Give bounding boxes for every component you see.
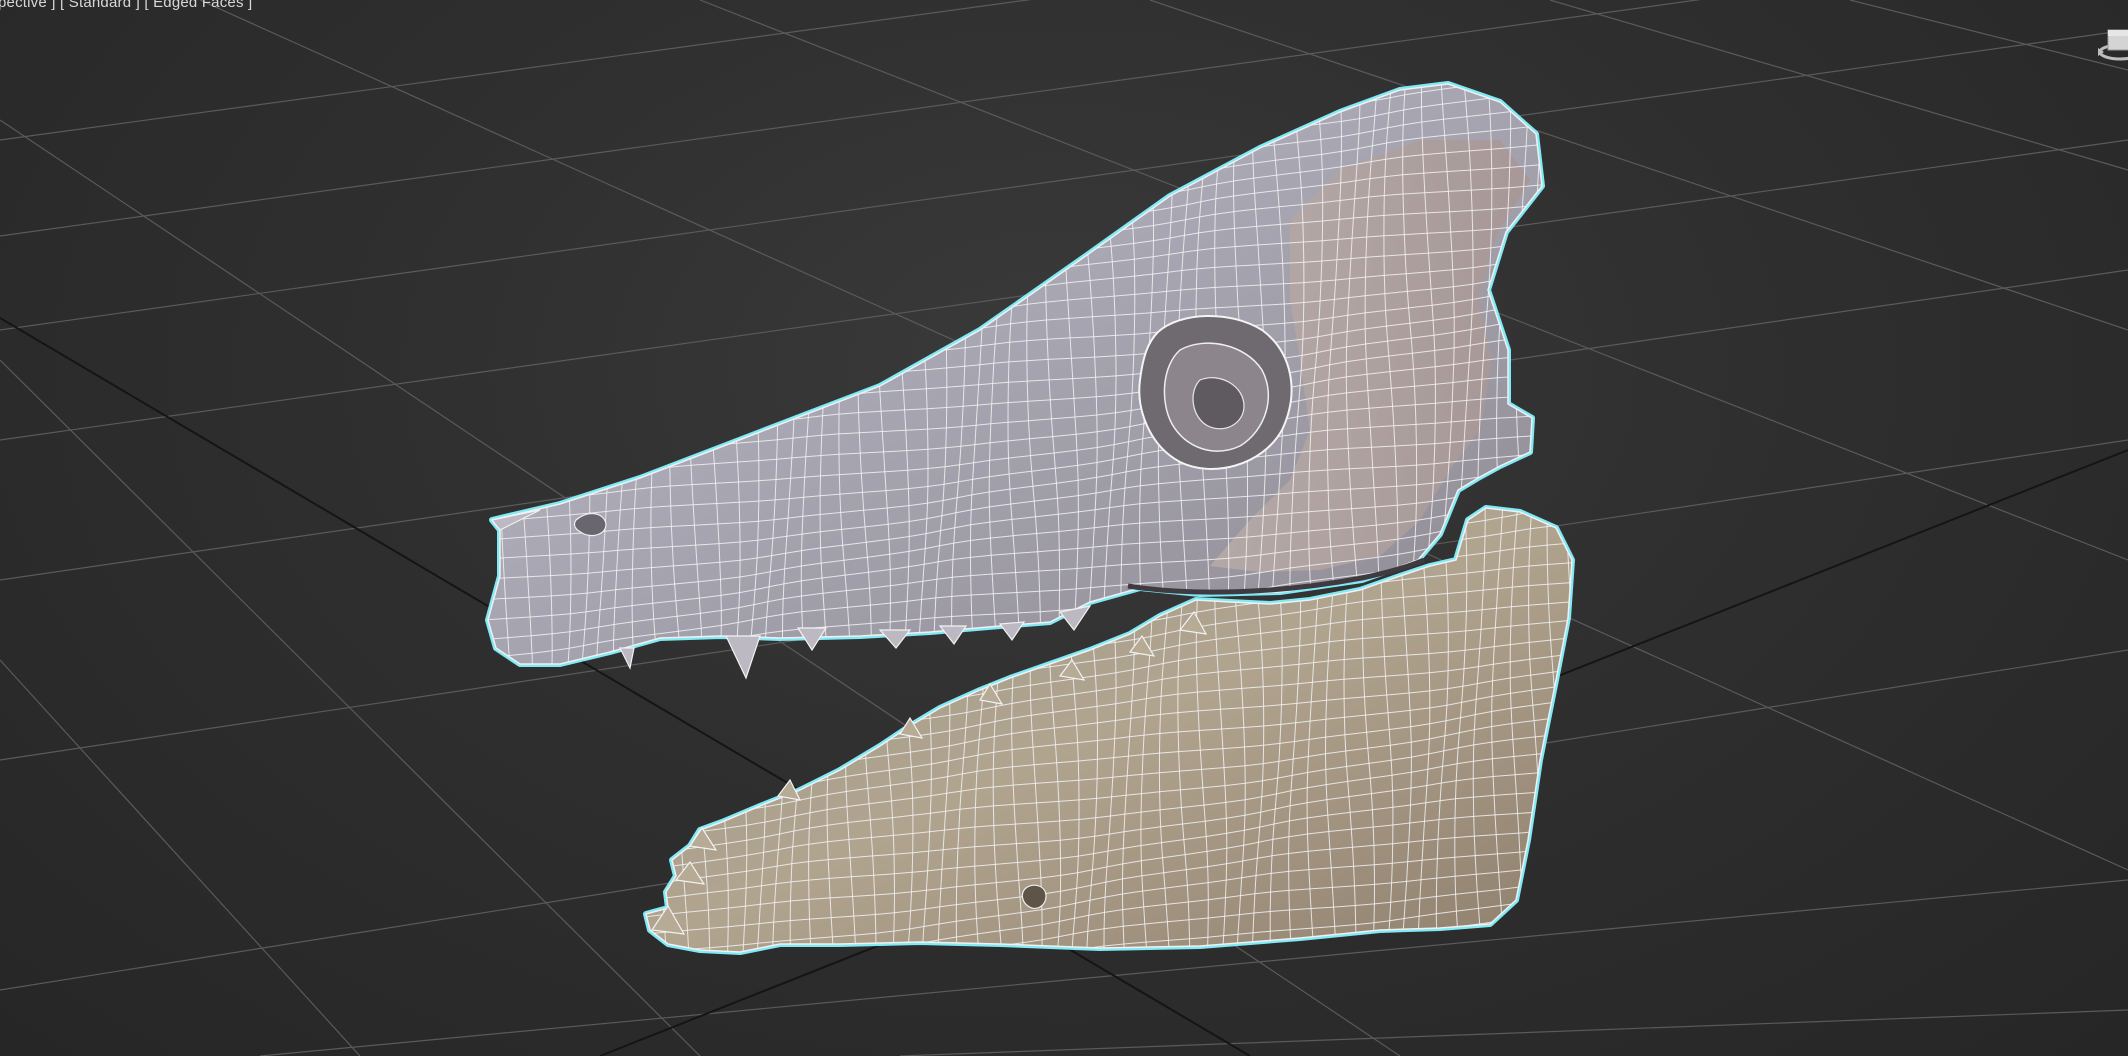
viewport-label[interactable]: pective ] [ Standard ] [ Edged Faces ] <box>0 0 252 11</box>
grid-line <box>0 359 701 1056</box>
scene-canvas[interactable] <box>0 0 2128 1056</box>
wire-edge <box>669 142 685 664</box>
tooth <box>998 621 1026 642</box>
wire-edge <box>631 146 647 664</box>
grid-line <box>1849 0 2128 71</box>
wire-edge <box>687 140 703 664</box>
wire-edge <box>646 937 1572 952</box>
tooth <box>938 625 968 646</box>
grid-line <box>899 1009 2128 1056</box>
eye-socket <box>1138 314 1293 470</box>
viewcube-icon[interactable] <box>2094 22 2128 74</box>
grid-line <box>0 659 361 1056</box>
tooth <box>878 629 912 649</box>
jaw-hole <box>1021 884 1047 909</box>
skull-model[interactable] <box>463 42 1596 1056</box>
wire-edge <box>488 158 497 664</box>
wire-edge <box>1564 508 1572 952</box>
grid-line <box>0 0 1702 237</box>
wire-edge <box>463 160 477 755</box>
wire-edge <box>650 144 666 664</box>
perspective-viewport[interactable]: pective ] [ Standard ] [ Edged Faces ] <box>0 0 2128 1056</box>
wire-edge <box>706 138 722 664</box>
tooth <box>725 635 761 680</box>
grid-line <box>1549 0 2128 171</box>
grid-line <box>0 0 1032 141</box>
wire-edge <box>1584 442 1596 956</box>
